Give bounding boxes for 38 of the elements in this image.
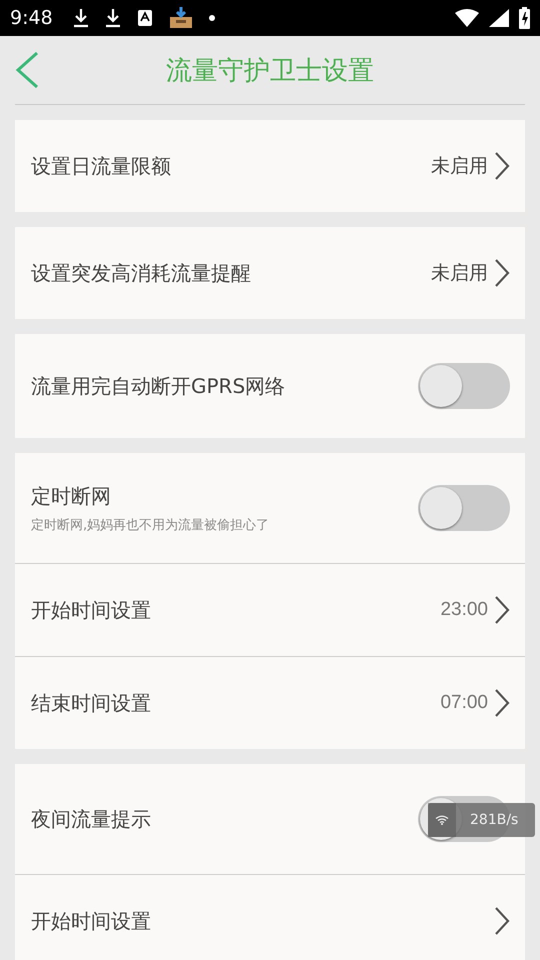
setting-link[interactable]: 07:00 [440,688,510,718]
inbox-icon [168,7,193,29]
toggle-switch[interactable] [418,485,510,531]
chevron-right-icon [494,595,510,625]
setting-link[interactable] [494,906,510,936]
chevron-right-icon [494,258,510,288]
setting-link[interactable]: 未启用 [431,151,510,181]
setting-value: 07:00 [440,692,488,714]
setting-label: 设置突发高消耗流量提醒 [31,260,252,286]
wifi-icon [455,9,479,27]
toggle-switch[interactable] [418,363,510,409]
app-icon [136,9,153,27]
setting-label: 夜间流量提示 [31,806,152,832]
setting-label: 开始时间设置 [31,908,152,934]
dot-icon [208,15,215,21]
setting-link[interactable]: 未启用 [431,258,510,288]
wifi-icon [435,815,449,825]
setting-value: 23:00 [440,599,488,621]
setting-value: 未启用 [431,155,488,179]
chevron-right-icon [494,688,510,718]
status-time: 9:48 [10,7,53,29]
download-icon [104,8,121,28]
setting-value: 未启用 [431,262,488,286]
download-icon [72,8,89,28]
setting-label: 流量用完自动断开GPRS网络 [31,372,286,400]
signal-icon [489,9,509,27]
speed-reading: 281B/s [470,812,518,828]
setting-label: 开始时间设置 [31,596,152,624]
setting-label: 设置日流量限额 [31,152,172,180]
battery-icon [519,7,530,29]
setting-description: 定时断网,妈妈再也不用为流量被偷担心了 [31,516,270,534]
setting-label: 定时断网 [31,482,112,510]
chevron-right-icon [494,906,510,936]
chevron-right-icon [494,151,510,181]
network-speed-toast[interactable]: 281B/s [428,803,535,837]
setting-label: 结束时间设置 [31,690,152,716]
setting-link[interactable]: 23:00 [440,595,510,625]
page-title: 流量守护卫士设置 [166,54,374,88]
